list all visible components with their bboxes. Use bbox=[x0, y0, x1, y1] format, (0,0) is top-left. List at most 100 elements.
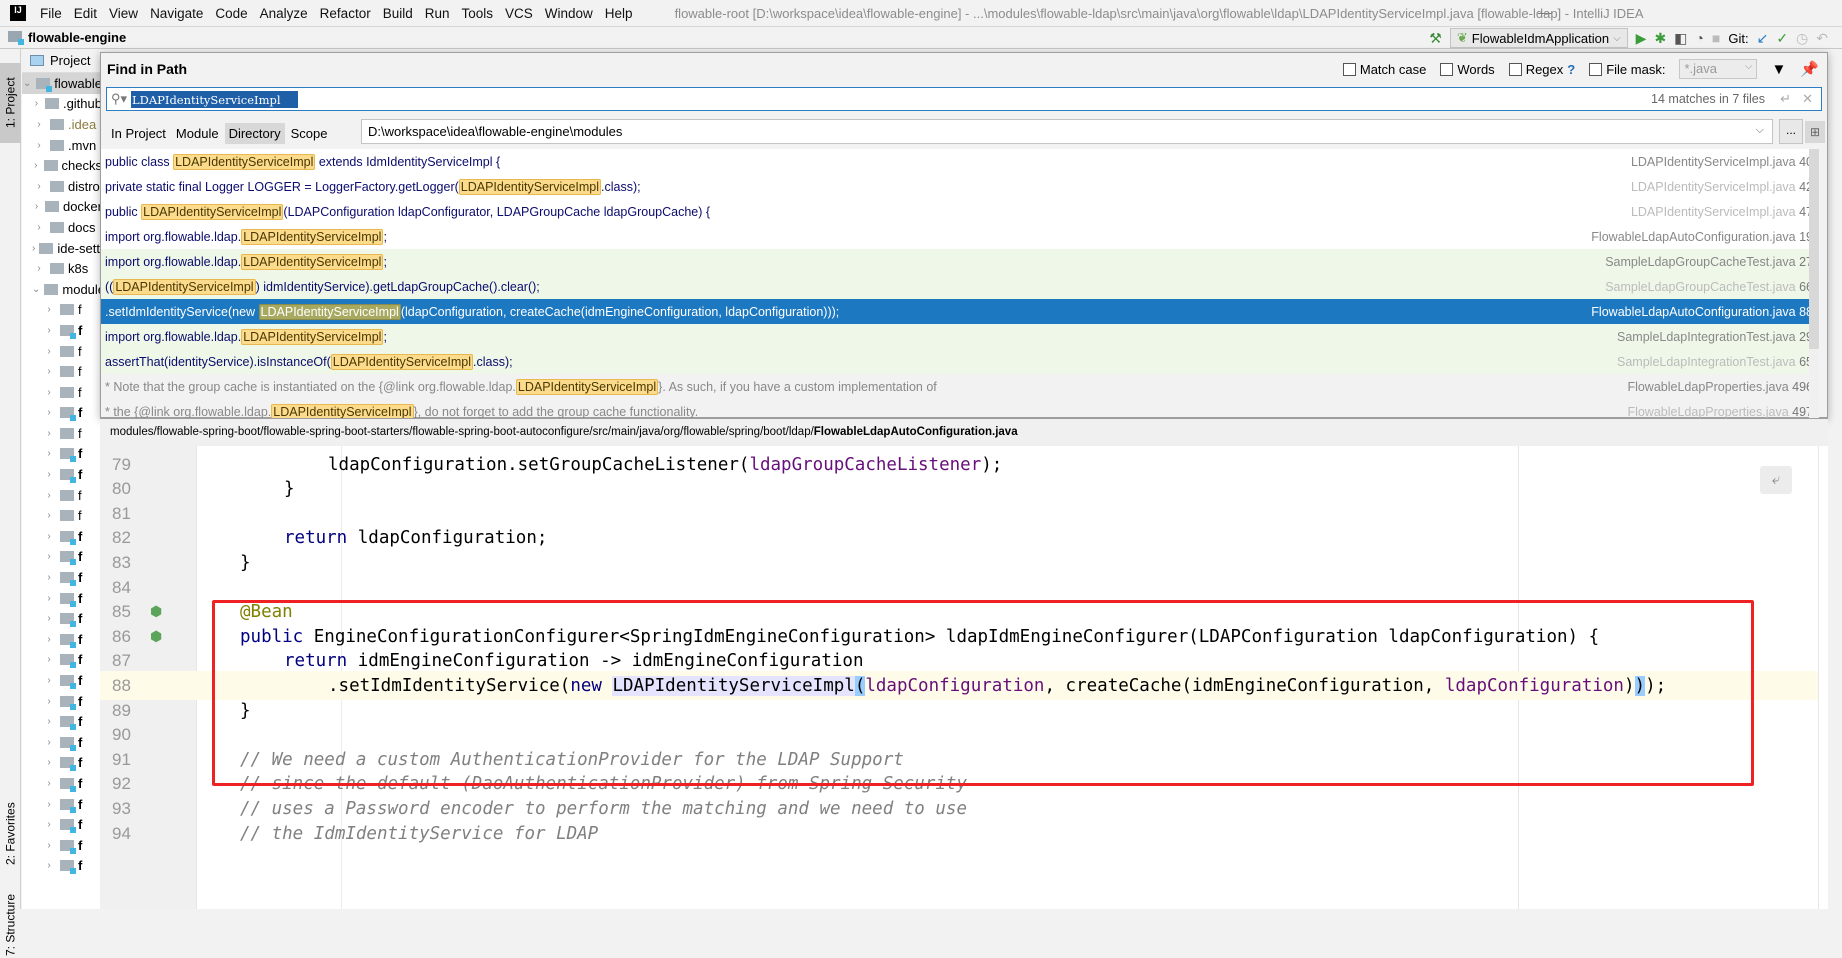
chevron-right-icon[interactable]: › bbox=[32, 201, 41, 212]
chevron-right-icon[interactable]: › bbox=[42, 469, 56, 480]
git-history-icon[interactable]: ◷ bbox=[1796, 31, 1808, 45]
chevron-down-icon[interactable]: ⌄ bbox=[32, 284, 40, 295]
result-row[interactable]: private static final Logger LOGGER = Log… bbox=[101, 174, 1819, 199]
tree-item[interactable]: › f bbox=[22, 732, 102, 753]
chevron-down-icon[interactable]: ⌄ bbox=[22, 78, 32, 89]
clear-icon[interactable]: ✕ bbox=[1802, 91, 1813, 107]
regex-checkbox[interactable]: Regex? bbox=[1508, 62, 1575, 77]
code-line[interactable]: 94 // the IdmIdentityService for LDAP bbox=[100, 819, 1828, 848]
chevron-right-icon[interactable]: › bbox=[32, 119, 46, 130]
tree-item[interactable]: › f bbox=[22, 608, 102, 629]
chevron-right-icon[interactable]: › bbox=[42, 346, 56, 357]
code-preview-editor[interactable]: 79 ldapConfiguration.setGroupCacheListene… bbox=[100, 446, 1828, 909]
tool-tab-structure[interactable]: 7: Structure bbox=[0, 891, 21, 958]
chevron-right-icon[interactable]: › bbox=[42, 490, 56, 501]
chevron-right-icon[interactable]: › bbox=[32, 222, 46, 233]
menu-view[interactable]: View bbox=[103, 6, 144, 21]
pin-icon[interactable]: 📌 bbox=[1800, 60, 1819, 78]
new-line-icon[interactable]: ↵ bbox=[1780, 91, 1791, 107]
result-row[interactable]: * the {@link org.flowable.ldap. LDAPIdent… bbox=[101, 399, 1819, 419]
build-hammer-icon[interactable]: ⚒ bbox=[1429, 31, 1442, 45]
match-case-checkbox[interactable]: Match case bbox=[1342, 62, 1426, 77]
chevron-right-icon[interactable]: › bbox=[42, 366, 56, 377]
tree-item[interactable]: › f bbox=[22, 711, 102, 732]
tree-item[interactable]: › docs bbox=[22, 217, 102, 238]
recursive-toggle-icon[interactable]: ⊞ bbox=[1805, 121, 1825, 143]
file-mask-select[interactable]: *.java ⌵ bbox=[1679, 59, 1758, 79]
tree-item[interactable]: ⌄ flowable bbox=[22, 73, 102, 94]
scope-tab-module[interactable]: Module bbox=[172, 123, 223, 144]
chevron-right-icon[interactable]: › bbox=[42, 675, 56, 686]
chevron-right-icon[interactable]: › bbox=[42, 572, 56, 583]
tree-item[interactable]: › f bbox=[22, 423, 102, 444]
git-rollback-icon[interactable]: ↶ bbox=[1816, 31, 1828, 45]
tree-item[interactable]: › ide-settings bbox=[22, 238, 102, 259]
chevron-right-icon[interactable]: › bbox=[42, 593, 56, 604]
chevron-right-icon[interactable]: › bbox=[42, 531, 56, 542]
tree-item[interactable]: › f bbox=[22, 341, 102, 362]
tree-item[interactable]: › f bbox=[22, 361, 102, 382]
chevron-right-icon[interactable]: › bbox=[32, 181, 46, 192]
browse-directory-button[interactable]: ... bbox=[1779, 119, 1803, 144]
debug-icon[interactable]: ✱ bbox=[1654, 31, 1666, 45]
project-panel-header[interactable]: Project bbox=[22, 49, 102, 73]
tree-item[interactable]: › checks bbox=[22, 155, 102, 176]
tool-tab-favorites[interactable]: 2: Favorites bbox=[0, 789, 21, 879]
menu-window[interactable]: Window bbox=[539, 6, 599, 21]
profile-icon[interactable]: ◔ bbox=[1695, 31, 1703, 45]
chevron-right-icon[interactable]: › bbox=[42, 696, 56, 707]
tree-item[interactable]: › f bbox=[22, 382, 102, 403]
chevron-right-icon[interactable]: › bbox=[32, 263, 46, 274]
run-configuration-select[interactable]: ❦ FlowableIdmApplication ⌵ bbox=[1449, 28, 1628, 48]
search-field[interactable]: ⚲▾ 14 matches in 7 files ↵ ✕ bbox=[106, 87, 1822, 111]
result-row[interactable]: * Note that the group cache is instantia… bbox=[101, 374, 1819, 399]
tree-item[interactable]: › f bbox=[22, 547, 102, 568]
breadcrumb-project[interactable]: flowable-engine bbox=[28, 30, 126, 45]
chevron-right-icon[interactable]: › bbox=[42, 757, 56, 768]
directory-combobox[interactable]: D:\workspace\idea\flowable-engine\module… bbox=[361, 119, 1773, 144]
tree-item[interactable]: › f bbox=[22, 670, 102, 691]
tree-item[interactable]: › f bbox=[22, 320, 102, 341]
chevron-right-icon[interactable]: › bbox=[42, 325, 56, 336]
chevron-right-icon[interactable]: › bbox=[42, 716, 56, 727]
tree-item[interactable]: › f bbox=[22, 773, 102, 794]
tree-item[interactable]: › f bbox=[22, 444, 102, 465]
result-row[interactable]: ((LDAPIdentityServiceImpl) idmIdentitySe… bbox=[101, 274, 1819, 299]
chevron-right-icon[interactable]: › bbox=[32, 140, 46, 151]
menu-tools[interactable]: Tools bbox=[456, 6, 500, 21]
spring-bean-gutter-icon[interactable]: ⬢ bbox=[150, 604, 180, 620]
chevron-right-icon[interactable]: › bbox=[42, 510, 56, 521]
menu-edit[interactable]: Edit bbox=[68, 6, 103, 21]
chevron-right-icon[interactable]: › bbox=[42, 737, 56, 748]
tree-item[interactable]: › f bbox=[22, 856, 102, 877]
tree-item[interactable]: › f bbox=[22, 567, 102, 588]
tree-item[interactable]: › f bbox=[22, 464, 102, 485]
minimize-icon[interactable]: — bbox=[1538, 4, 1552, 20]
results-scroll-thumb[interactable] bbox=[1809, 149, 1819, 349]
chevron-right-icon[interactable]: › bbox=[42, 407, 56, 418]
menu-vcs[interactable]: VCS bbox=[499, 6, 539, 21]
chevron-right-icon[interactable]: › bbox=[42, 654, 56, 665]
tree-item[interactable]: › f bbox=[22, 300, 102, 321]
chevron-right-icon[interactable]: › bbox=[42, 613, 56, 624]
tree-item[interactable]: › f bbox=[22, 526, 102, 547]
menu-help[interactable]: Help bbox=[599, 6, 639, 21]
chevron-down-icon[interactable]: ⌵ bbox=[1756, 124, 1764, 137]
menu-refactor[interactable]: Refactor bbox=[314, 6, 377, 21]
tree-item[interactable]: › f bbox=[22, 650, 102, 671]
tree-item[interactable]: › f bbox=[22, 753, 102, 774]
tree-item[interactable]: › f bbox=[22, 485, 102, 506]
menu-run[interactable]: Run bbox=[419, 6, 456, 21]
scope-tab-in-project[interactable]: In Project bbox=[107, 123, 170, 144]
file-mask-checkbox[interactable]: File mask: bbox=[1589, 62, 1665, 77]
chevron-right-icon[interactable]: › bbox=[42, 860, 56, 871]
tree-item[interactable]: › docker bbox=[22, 197, 102, 218]
tree-item[interactable]: › f bbox=[22, 794, 102, 815]
chevron-right-icon[interactable]: › bbox=[42, 634, 56, 645]
editor-scrollbar[interactable] bbox=[1818, 446, 1828, 909]
git-update-icon[interactable]: ↙ bbox=[1757, 31, 1769, 45]
result-row[interactable]: assertThat(identityService).isInstanceOf… bbox=[101, 349, 1819, 374]
tool-tab-project[interactable]: 1: Project bbox=[0, 63, 21, 143]
scope-tab-scope[interactable]: Scope bbox=[287, 123, 332, 144]
chevron-right-icon[interactable]: › bbox=[42, 799, 56, 810]
